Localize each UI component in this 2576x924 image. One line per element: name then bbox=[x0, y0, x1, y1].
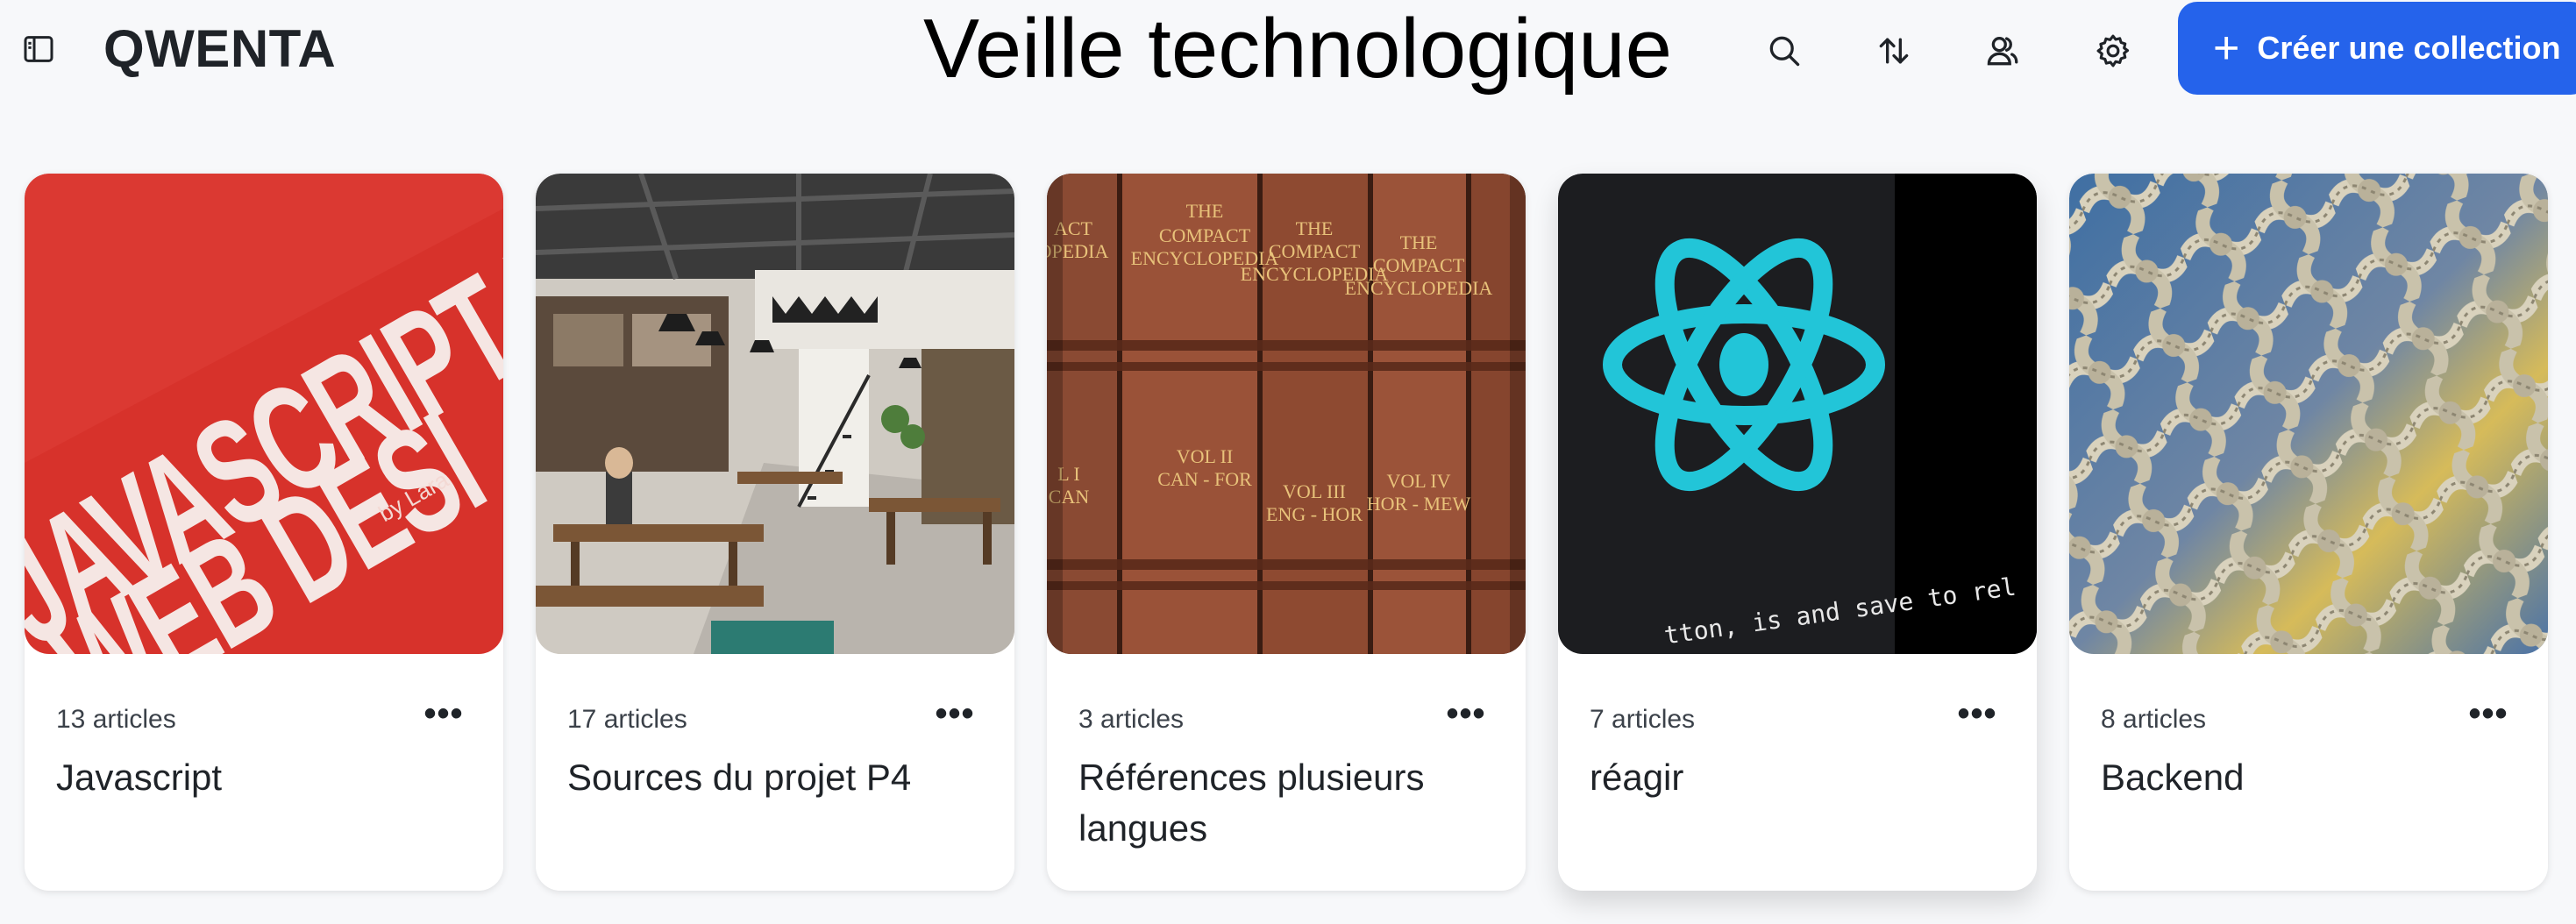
svg-text:ENG - HOR: ENG - HOR bbox=[1266, 503, 1363, 525]
app-header: QWENTA Veille technologique + Créer une … bbox=[0, 0, 2576, 98]
more-options-button[interactable]: ••• bbox=[2464, 696, 2513, 731]
collection-name: Références plusieurs langues bbox=[1078, 757, 1425, 849]
collection-thumbnail: tton, is and save to rel bbox=[1558, 174, 2037, 654]
sort-icon bbox=[1879, 38, 1909, 64]
article-count: 3 articles bbox=[1078, 705, 1185, 734]
collection-thumbnail: THE COMPACT ENCYCLOPEDIA THE COMPACT ENC… bbox=[1047, 174, 1526, 654]
svg-text:VOL III: VOL III bbox=[1283, 480, 1346, 502]
gear-icon bbox=[2096, 34, 2130, 68]
page-title: Veille technologique bbox=[922, 2, 1672, 96]
collection-card[interactable]: Louis JAVASCRIPT FO WEB DESI by Lara 13 … bbox=[25, 174, 503, 891]
collection-name: réagir bbox=[1590, 757, 1684, 798]
svg-text:THE: THE bbox=[1400, 231, 1438, 253]
more-options-button[interactable]: ••• bbox=[1441, 696, 1491, 731]
rope-net-image bbox=[2069, 174, 2548, 654]
collection-card[interactable]: tton, is and save to rel 7 articles ••• … bbox=[1558, 174, 2037, 891]
javascript-book-image: Louis JAVASCRIPT FO WEB DESI by Lara bbox=[25, 174, 503, 654]
svg-text:COMPACT: COMPACT bbox=[1269, 240, 1361, 262]
collection-name: Javascript bbox=[56, 757, 223, 798]
plus-icon: + bbox=[2213, 23, 2240, 74]
collection-thumbnail bbox=[2069, 174, 2548, 654]
search-button[interactable] bbox=[1756, 23, 1812, 79]
svg-text:ENCYCLOPEDIA: ENCYCLOPEDIA bbox=[1345, 277, 1493, 299]
collection-card[interactable]: 8 articles ••• Backend bbox=[2069, 174, 2548, 891]
collection-thumbnail bbox=[536, 174, 1014, 654]
svg-text:VOL IV: VOL IV bbox=[1386, 470, 1450, 492]
react-logo-image: tton, is and save to rel bbox=[1558, 174, 2037, 654]
create-collection-button[interactable]: + Créer une collection bbox=[2178, 2, 2576, 95]
share-button[interactable] bbox=[1975, 23, 2031, 79]
collection-name: Backend bbox=[2101, 757, 2245, 798]
search-icon bbox=[1769, 36, 1800, 67]
sort-button[interactable] bbox=[1866, 23, 1922, 79]
article-count: 7 articles bbox=[1590, 705, 1696, 734]
svg-text:THE: THE bbox=[1296, 217, 1334, 239]
more-options-button[interactable]: ••• bbox=[1953, 696, 2002, 731]
article-count: 13 articles bbox=[56, 705, 176, 734]
article-count: 8 articles bbox=[2101, 705, 2207, 734]
brand-name: QWENTA bbox=[103, 19, 337, 78]
cafe-interior-image bbox=[536, 174, 1014, 654]
collection-card[interactable]: THE COMPACT ENCYCLOPEDIA THE COMPACT ENC… bbox=[1047, 174, 1526, 891]
settings-button[interactable] bbox=[2085, 23, 2141, 79]
more-options-button[interactable]: ••• bbox=[419, 696, 468, 731]
more-options-button[interactable]: ••• bbox=[930, 696, 979, 731]
collection-name: Sources du projet P4 bbox=[567, 757, 912, 798]
encyclopedia-books-image: THE COMPACT ENCYCLOPEDIA THE COMPACT ENC… bbox=[1047, 174, 1526, 654]
collection-card[interactable]: 17 articles ••• Sources du projet P4 bbox=[536, 174, 1014, 891]
sidebar-icon bbox=[24, 36, 53, 62]
sidebar-toggle-button[interactable] bbox=[19, 30, 58, 68]
svg-text:VOL II: VOL II bbox=[1177, 445, 1234, 467]
svg-text:HOR - MEW: HOR - MEW bbox=[1367, 493, 1471, 515]
article-count: 17 articles bbox=[567, 705, 687, 734]
svg-text:COMPACT: COMPACT bbox=[1159, 224, 1251, 246]
svg-text:THE: THE bbox=[1186, 200, 1224, 222]
collection-thumbnail: Louis JAVASCRIPT FO WEB DESI by Lara bbox=[25, 174, 503, 654]
create-collection-label: Créer une collection bbox=[2257, 30, 2561, 66]
share-users-icon bbox=[1987, 37, 2018, 66]
svg-text:COMPACT: COMPACT bbox=[1373, 254, 1465, 276]
svg-text:CAN - FOR: CAN - FOR bbox=[1157, 468, 1252, 490]
